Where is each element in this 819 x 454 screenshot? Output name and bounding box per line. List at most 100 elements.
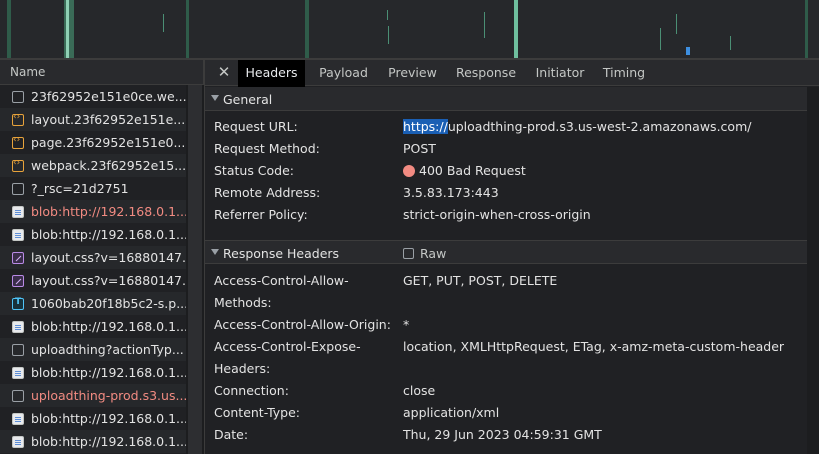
tab-initiator[interactable]: Initiator	[529, 60, 591, 86]
request-name: blob:http://192.168.0.1...	[31, 365, 186, 380]
request-list-panel: Name 23f62952e151e0ce.we... layout.23f629…	[0, 60, 204, 454]
tab-preview[interactable]: Preview	[382, 60, 443, 86]
response-header-key-line: Methods:	[214, 295, 272, 310]
general-section-title: General	[223, 92, 273, 107]
status-code-text: 400 Bad Request	[419, 163, 526, 178]
request-name: uploadthing-prod.s3.us...	[31, 388, 186, 403]
list-item[interactable]: uploadthing?actionTyp...	[0, 338, 186, 361]
response-header-key-line: Content-Type:	[214, 405, 300, 420]
name-column-header[interactable]: Name	[0, 60, 204, 85]
response-header-key-line: Date:	[214, 427, 249, 442]
response-headers-section-header[interactable]: Response Headers Raw	[205, 240, 807, 264]
request-detail-panel: ✕ Headers Payload Preview Response Initi…	[204, 60, 819, 454]
close-icon[interactable]: ✕	[217, 64, 231, 80]
request-url-value[interactable]: https://uploadthing-prod.s3.us-west-2.am…	[403, 116, 803, 138]
request-url-rest: uploadthing-prod.s3.us-west-2.amazonaws.…	[447, 119, 752, 134]
response-header-key-line: Access-Control-Allow-Origin:	[214, 317, 391, 332]
request-name: blob:http://192.168.0.1...	[31, 434, 186, 449]
font-icon	[12, 297, 24, 310]
collapse-triangle-icon	[211, 95, 219, 101]
name-column-label: Name	[10, 65, 46, 79]
script-icon	[12, 135, 24, 149]
list-item[interactable]: 1060bab20f18b5c2-s.p...	[0, 292, 186, 315]
response-header-key-line: Access-Control-Expose-	[214, 339, 361, 354]
request-name: page.23f62952e151e0...	[31, 135, 186, 150]
headers-content: General Request URL: https://uploadthing…	[205, 87, 807, 454]
timeline-band	[514, 0, 518, 58]
tab-timing[interactable]: Timing	[599, 60, 649, 86]
document-icon	[12, 90, 24, 103]
script-icon	[12, 112, 24, 126]
response-header-value: Thu, 29 Jun 2023 04:59:31 GMT	[403, 427, 602, 442]
tab-headers[interactable]: Headers	[238, 60, 305, 87]
script-icon	[12, 158, 24, 172]
response-header-key-line: Connection:	[214, 383, 289, 398]
list-item[interactable]: layout.css?v=16880147...	[0, 269, 186, 292]
response-header-value: application/xml	[403, 405, 500, 420]
blob-icon	[12, 320, 24, 333]
referrer-policy-label: Referrer Policy:	[214, 207, 308, 222]
response-header-key: Access-Control-Expose- Headers:	[214, 336, 394, 380]
request-list-scrollbar[interactable]	[186, 85, 204, 454]
blob-icon	[12, 412, 24, 425]
document-icon	[12, 389, 24, 402]
stylesheet-icon	[12, 251, 24, 264]
timeline-band	[66, 0, 69, 58]
list-item[interactable]: blob:http://192.168.0.1...	[0, 223, 186, 246]
response-header-key-line: Access-Control-Allow-	[214, 273, 349, 288]
request-name: blob:http://192.168.0.1...	[31, 319, 186, 334]
raw-toggle[interactable]: Raw	[403, 246, 446, 261]
request-name: ?_rsc=21d2751	[31, 181, 129, 196]
response-header-key: Date:	[214, 424, 394, 446]
request-url-label: Request URL:	[214, 119, 298, 134]
timeline-tick	[676, 14, 677, 34]
response-headers-title: Response Headers	[223, 246, 340, 261]
detail-tabs: ✕ Headers Payload Preview Response Initi…	[205, 60, 819, 87]
detail-scrollbar[interactable]	[807, 87, 819, 454]
general-section-header[interactable]: General	[205, 87, 807, 111]
timeline-band	[186, 0, 189, 58]
list-item[interactable]: ?_rsc=21d2751	[0, 177, 186, 200]
list-item[interactable]: layout.23f62952e151e...	[0, 108, 186, 131]
response-header-value: *	[403, 317, 410, 332]
raw-checkbox[interactable]	[403, 248, 414, 259]
timeline-band	[305, 0, 309, 58]
list-item[interactable]: blob:http://192.168.0.1...	[0, 430, 186, 453]
request-name: layout.css?v=16880147...	[31, 250, 186, 265]
request-name: webpack.23f62952e15...	[31, 158, 186, 173]
document-icon	[12, 343, 24, 356]
list-item[interactable]: webpack.23f62952e15...	[0, 154, 186, 177]
response-header-key: Access-Control-Allow-Origin:	[214, 314, 394, 336]
network-timeline-overview[interactable]	[0, 0, 819, 58]
response-header-key: Connection:	[214, 380, 394, 402]
response-header-key-line: Headers:	[214, 361, 271, 376]
timeline-tick	[686, 47, 690, 55]
list-item[interactable]: blob:http://192.168.0.1...	[0, 200, 186, 223]
status-code-label: Status Code:	[214, 163, 295, 178]
request-name: layout.23f62952e151e...	[31, 112, 186, 127]
status-error-icon	[403, 165, 415, 177]
referrer-policy-value: strict-origin-when-cross-origin	[403, 207, 591, 222]
collapse-triangle-icon	[211, 249, 219, 255]
list-item[interactable]: uploadthing-prod.s3.us...	[0, 384, 186, 407]
response-header-value: close	[403, 383, 436, 398]
response-header-key: Content-Type:	[214, 402, 394, 424]
tab-payload[interactable]: Payload	[309, 60, 378, 86]
status-code-value: 400 Bad Request	[403, 160, 803, 182]
list-item[interactable]: page.23f62952e151e0...	[0, 131, 186, 154]
response-header-value: GET, PUT, POST, DELETE	[403, 273, 558, 288]
request-name: blob:http://192.168.0.1...	[31, 204, 186, 219]
scrollbar-thumb[interactable]	[188, 85, 202, 454]
timeline-tick	[388, 26, 389, 44]
tab-response[interactable]: Response	[451, 60, 521, 86]
timeline-tick	[163, 14, 164, 32]
list-item[interactable]: blob:http://192.168.0.1...	[0, 407, 186, 430]
list-item[interactable]: 23f62952e151e0ce.we...	[0, 85, 186, 108]
list-item[interactable]: blob:http://192.168.0.1...	[0, 315, 186, 338]
request-name: 23f62952e151e0ce.we...	[31, 89, 186, 104]
list-item[interactable]: layout.css?v=16880147...	[0, 246, 186, 269]
request-name: blob:http://192.168.0.1...	[31, 411, 186, 426]
list-item[interactable]: blob:http://192.168.0.1...	[0, 361, 186, 384]
timeline-tick	[660, 28, 661, 50]
response-header-fields: Access-Control-Allow- Methods: GET, PUT, P…	[205, 270, 807, 454]
